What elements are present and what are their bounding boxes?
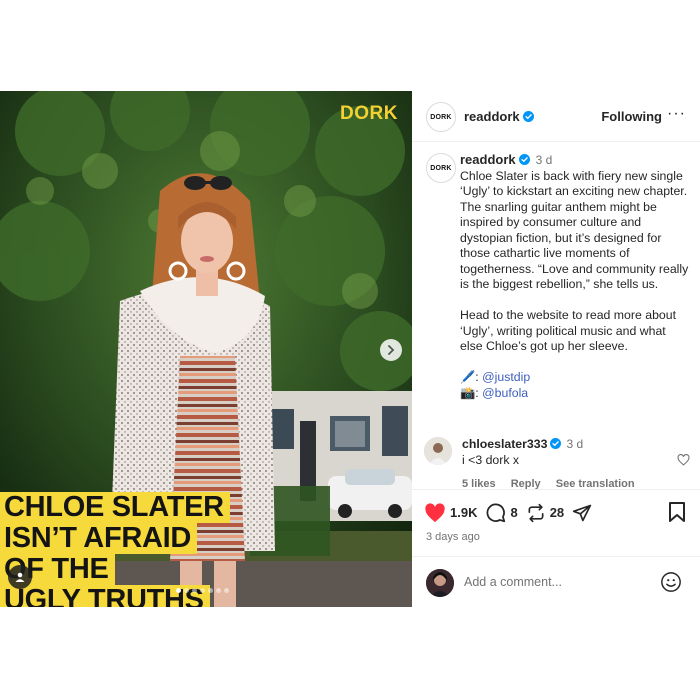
carousel-dot xyxy=(200,588,205,593)
pen-icon: 🖊️: xyxy=(460,370,483,384)
like-button[interactable]: 1.9K xyxy=(424,502,478,523)
caption-time: 3 d xyxy=(535,153,553,167)
dork-logo: DORK xyxy=(340,103,398,124)
headline-line: ISN’T AFRAID xyxy=(0,523,198,554)
repost-icon xyxy=(528,503,544,522)
carousel-dot xyxy=(184,588,189,593)
caption-body-2: Head to the website to read more about ‘… xyxy=(460,308,677,353)
post-age: 3 days ago xyxy=(426,531,480,543)
avatar-text: DORK xyxy=(430,113,452,121)
post-image[interactable]: DORK CHLOE SLATER ISN’T AFRAID OF THE UG… xyxy=(0,91,412,607)
comment-time: 3 d xyxy=(566,437,584,451)
comment-icon xyxy=(487,503,506,523)
verified-badge-icon xyxy=(522,111,534,122)
carousel-dot xyxy=(192,588,197,593)
credit-line: 📸: @bufola xyxy=(460,386,690,402)
chevron-right-icon xyxy=(388,345,395,355)
comment-count: 8 xyxy=(510,505,518,520)
tagged-users-button[interactable] xyxy=(8,565,32,589)
repost-button[interactable]: 28 xyxy=(526,503,564,523)
commenter-avatar-image xyxy=(424,437,452,465)
verified-badge-icon xyxy=(550,438,562,449)
user-icon xyxy=(15,572,25,582)
following-button[interactable]: Following xyxy=(601,109,662,124)
header-username-row: readdork xyxy=(464,109,534,124)
heart-filled-icon xyxy=(425,502,445,522)
carousel-dot xyxy=(176,588,181,593)
repost-count: 28 xyxy=(549,505,565,520)
headline-line: CHLOE SLATER xyxy=(0,492,230,523)
comment-body: chloeslater333 3 d i <3 dork x xyxy=(462,436,672,468)
current-user-avatar-image xyxy=(426,569,454,597)
credit-handle-link[interactable]: @bufola xyxy=(482,386,528,400)
more-options-icon[interactable]: ··· xyxy=(667,105,686,123)
caption-username[interactable]: readdork xyxy=(460,152,516,167)
caption-avatar[interactable]: DORK xyxy=(426,153,456,183)
like-count: 1.9K xyxy=(450,505,478,520)
add-comment-input[interactable] xyxy=(464,575,644,589)
comment-text: i <3 dork x xyxy=(462,453,520,467)
carousel-dot xyxy=(208,588,213,593)
post-side-panel: DORK readdork Following ··· DORK readdor… xyxy=(412,91,700,607)
avatar-text: DORK xyxy=(430,164,452,172)
post-caption: readdork 3 d Chloe Slater is back with fi… xyxy=(460,152,690,401)
profile-avatar[interactable]: DORK xyxy=(426,102,456,132)
commenter-username[interactable]: chloeslater333 xyxy=(462,437,547,451)
carousel-dot xyxy=(216,588,221,593)
comment-button[interactable]: 8 xyxy=(485,502,518,523)
carousel-indicators xyxy=(176,588,229,593)
share-button[interactable] xyxy=(572,503,596,523)
current-user-avatar xyxy=(426,569,454,597)
commenter-avatar[interactable] xyxy=(424,437,452,465)
carousel-next-button[interactable] xyxy=(380,339,402,361)
action-row: 1.9K 8 28 xyxy=(424,502,604,523)
camera-icon: 📸: xyxy=(460,385,483,400)
caption-body: Chloe Slater is back with fiery new sing… xyxy=(460,168,689,292)
header-username[interactable]: readdork xyxy=(464,109,520,124)
emoji-icon[interactable] xyxy=(660,571,682,593)
verified-badge-icon xyxy=(518,154,530,165)
add-comment-row xyxy=(412,556,700,609)
credit-handle-link[interactable]: @justdip xyxy=(482,370,530,384)
carousel-dot xyxy=(224,588,229,593)
credit-line: 🖊️: @justdip xyxy=(460,370,690,386)
comment-like-icon[interactable] xyxy=(677,454,690,466)
post-header: DORK readdork Following ··· xyxy=(412,91,700,142)
post-actions: 1.9K 8 28 3 days ago Add a comment... xyxy=(412,489,700,608)
send-icon xyxy=(573,504,592,521)
caption-header: readdork 3 d xyxy=(460,152,690,169)
bookmark-icon[interactable] xyxy=(668,502,686,522)
